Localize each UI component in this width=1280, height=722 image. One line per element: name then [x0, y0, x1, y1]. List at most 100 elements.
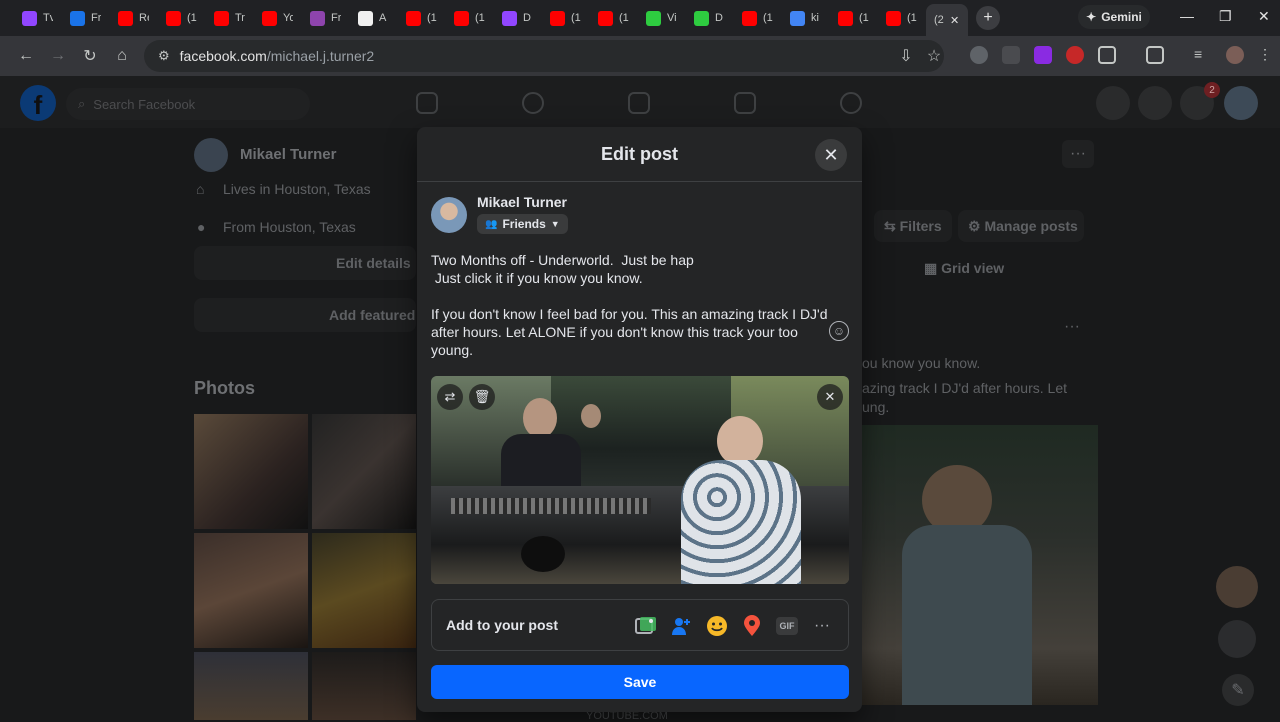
- bg-contact-avatar-1[interactable]: [1216, 566, 1258, 608]
- save-button[interactable]: Save: [431, 665, 849, 699]
- check-in-location-icon[interactable]: [740, 614, 764, 638]
- messenger-icon[interactable]: [1138, 86, 1172, 120]
- tab-favicon-icon: [70, 10, 85, 26]
- menu-grid-icon[interactable]: [1096, 86, 1130, 120]
- author-name: Mikael Turner: [477, 194, 567, 210]
- groups-nav-icon[interactable]: [840, 92, 862, 114]
- bg-post-more-icon[interactable]: ···: [1064, 318, 1080, 336]
- facebook-search-input[interactable]: ⌕ Search Facebook: [66, 88, 310, 120]
- bg-house-icon: ⌂: [196, 181, 205, 197]
- bg-new-message-icon[interactable]: ✎: [1222, 674, 1254, 706]
- tab-title: D: [523, 12, 531, 24]
- bg-from: From Houston, Texas: [223, 219, 356, 235]
- gif-icon[interactable]: GIF: [775, 614, 799, 638]
- extension-3-icon[interactable]: [1034, 46, 1052, 64]
- audience-selector[interactable]: 👥 Friends ▼: [477, 214, 568, 234]
- caret-down-icon: ▼: [550, 219, 560, 229]
- browser-tab[interactable]: ki: [782, 3, 830, 33]
- home-icon[interactable]: ⌂: [106, 40, 138, 72]
- site-info-icon[interactable]: ⚙: [158, 48, 170, 64]
- new-tab-button[interactable]: +: [976, 6, 1000, 30]
- friends-nav-icon[interactable]: [522, 92, 544, 114]
- browser-tab[interactable]: Fr: [302, 3, 350, 33]
- browser-tab-active[interactable]: (2 ✕: [926, 4, 968, 36]
- bg-photo-3[interactable]: [194, 533, 308, 648]
- url-host: facebook.com: [179, 48, 267, 64]
- browser-tab[interactable]: (1: [446, 3, 494, 33]
- browser-tab[interactable]: (1: [398, 3, 446, 33]
- replace-photo-icon[interactable]: ⇄: [437, 384, 463, 410]
- extensions-puzzle-icon[interactable]: [1098, 46, 1116, 64]
- browser-tab[interactable]: A: [350, 3, 398, 33]
- photo-person-2-head: [581, 404, 601, 428]
- forward-icon[interactable]: →: [42, 40, 74, 72]
- address-bar[interactable]: ⚙ facebook.com/michael.j.turner2: [144, 40, 944, 72]
- bg-photo-5[interactable]: [194, 652, 308, 720]
- bookmark-star-icon[interactable]: ☆: [918, 40, 950, 72]
- browser-tab[interactable]: Fr: [62, 3, 110, 33]
- bg-contact-avatar-2[interactable]: [1218, 620, 1256, 658]
- browser-tab[interactable]: (1: [158, 3, 206, 33]
- browser-tab[interactable]: (1: [734, 3, 782, 33]
- bg-photo-1[interactable]: [194, 414, 308, 529]
- account-avatar[interactable]: [1224, 86, 1258, 120]
- extension-2-icon[interactable]: [1002, 46, 1020, 64]
- bg-photo-4[interactable]: [312, 533, 416, 648]
- tab-favicon-icon: [790, 10, 805, 26]
- notification-badge: 2: [1204, 82, 1220, 98]
- post-text-editor[interactable]: Two Months off - Underworld. Just be hap…: [431, 251, 831, 359]
- back-icon[interactable]: ←: [10, 40, 42, 72]
- close-dialog-icon[interactable]: ✕: [815, 139, 847, 171]
- reload-icon[interactable]: ↻: [74, 40, 106, 72]
- facebook-logo-icon[interactable]: f: [20, 85, 56, 121]
- minimize-icon[interactable]: —: [1180, 8, 1194, 24]
- browser-tab[interactable]: D: [686, 3, 734, 33]
- extension-1-icon[interactable]: [970, 46, 988, 64]
- url-path: /michael.j.turner2: [266, 48, 375, 64]
- bg-post-snippet-2: azing track I DJ'd after hours. Let: [862, 380, 1067, 396]
- tab-favicon-icon: [550, 10, 565, 26]
- close-tab-icon[interactable]: ✕: [950, 14, 959, 27]
- bg-photo-2[interactable]: [312, 414, 416, 529]
- browser-tab[interactable]: (1: [830, 3, 878, 33]
- browser-tab[interactable]: Tr: [206, 3, 254, 33]
- search-icon: ⌕: [78, 96, 86, 111]
- browser-tab[interactable]: (1: [590, 3, 638, 33]
- close-window-icon[interactable]: ✕: [1258, 8, 1270, 25]
- profile-avatar-icon[interactable]: [1226, 46, 1244, 64]
- photo-video-icon[interactable]: [634, 614, 658, 638]
- tag-people-icon[interactable]: [670, 614, 694, 638]
- tab-title: Fr: [331, 12, 341, 24]
- tab-title: Yo: [283, 12, 293, 24]
- remove-photo-icon[interactable]: ✕: [817, 384, 843, 410]
- video-nav-icon[interactable]: [628, 92, 650, 114]
- delete-photo-icon[interactable]: 🗑: [469, 384, 495, 410]
- home-nav-icon[interactable]: [416, 92, 438, 114]
- media-controls-icon[interactable]: ≡: [1194, 46, 1212, 64]
- bg-post-image[interactable]: [862, 425, 1098, 705]
- bg-grid-view-label[interactable]: ▦ Grid view: [924, 260, 1004, 277]
- browser-tab[interactable]: Vi: [638, 3, 686, 33]
- bg-photo-6[interactable]: [312, 652, 416, 720]
- browser-tab[interactable]: Yo: [254, 3, 302, 33]
- browser-tab[interactable]: Re: [110, 3, 158, 33]
- side-panel-icon[interactable]: [1146, 46, 1164, 64]
- emoji-picker-icon[interactable]: ☺: [829, 321, 849, 341]
- extension-4-icon[interactable]: [1066, 46, 1084, 64]
- gemini-button[interactable]: ✦ Gemini: [1078, 5, 1150, 29]
- tab-title: Fr: [91, 12, 101, 24]
- browser-tab[interactable]: Tv: [14, 3, 62, 33]
- title-divider: [417, 181, 862, 182]
- restore-icon[interactable]: ❐: [1219, 8, 1232, 25]
- browser-menu-icon[interactable]: ⋮: [1258, 46, 1276, 64]
- tab-favicon-icon: [838, 10, 853, 26]
- bg-more-icon[interactable]: ···: [1062, 140, 1094, 168]
- browser-tab[interactable]: (1: [542, 3, 590, 33]
- browser-tab[interactable]: (1: [878, 3, 926, 33]
- tab-title: (1: [187, 12, 197, 24]
- more-options-icon[interactable]: ···: [810, 614, 834, 638]
- feeling-activity-icon[interactable]: [705, 614, 729, 638]
- tab-favicon-icon: [694, 10, 709, 26]
- browser-tab[interactable]: D: [494, 3, 542, 33]
- marketplace-nav-icon[interactable]: [734, 92, 756, 114]
